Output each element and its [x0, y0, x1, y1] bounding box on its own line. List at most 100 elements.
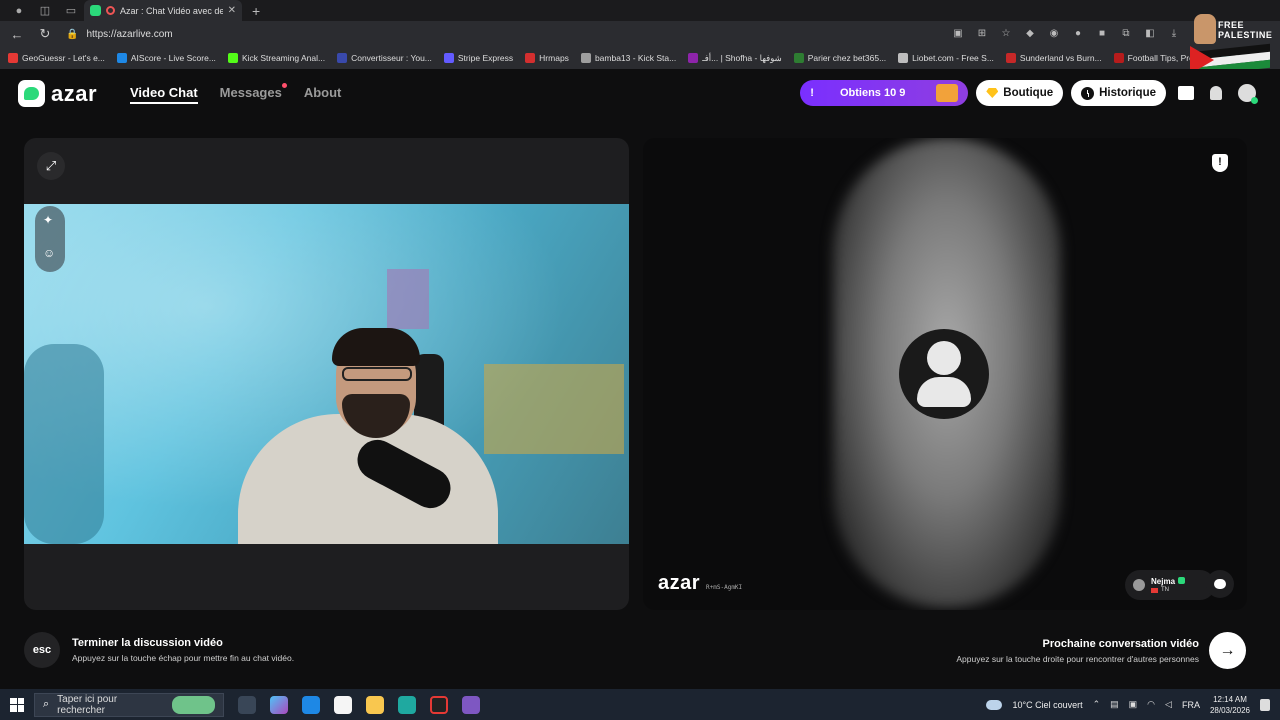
weather-text[interactable]: 10°C Ciel couvert — [1012, 700, 1082, 710]
app-available-icon[interactable]: ⊞ — [976, 28, 988, 40]
bookmark-item[interactable]: Hrmaps — [525, 53, 569, 63]
logo-text: azar — [51, 80, 98, 106]
address-bar[interactable]: 🔒 https://azarlive.com — [66, 29, 786, 40]
nav-video-chat[interactable]: Video Chat — [130, 85, 198, 104]
bookmark-item[interactable]: Kick Streaming Anal... — [227, 53, 325, 63]
outlook-icon[interactable] — [302, 695, 320, 714]
azar-favicon-icon — [90, 5, 101, 16]
address-bar-row: ← ↻ 🔒 https://azarlive.com ▣ ⊞ ☆ ◆ ◉ ● ■… — [0, 21, 1280, 47]
bookmark-item[interactable]: Parier chez bet365... — [793, 53, 886, 63]
overlay-text: FREE PALESTINE — [1218, 20, 1273, 40]
promo-label: Obtiens 10 9 — [839, 87, 906, 99]
extensions-puzzle-icon[interactable]: ⧉ — [1120, 28, 1132, 40]
history-button[interactable]: Historique — [1071, 80, 1166, 106]
notifications-icon[interactable] — [1210, 86, 1222, 100]
weather-cloud-icon[interactable] — [986, 699, 1003, 710]
profile-icon-browser[interactable]: ● — [12, 4, 26, 18]
chat-icon[interactable] — [1206, 570, 1234, 598]
notification-center-icon[interactable] — [1260, 698, 1270, 711]
bookmark-label: Hrmaps — [539, 53, 569, 63]
bookmark-favicon-icon — [443, 53, 454, 63]
shop-button[interactable]: Boutique — [976, 80, 1064, 106]
extension-blue-icon[interactable]: ● — [1072, 28, 1084, 40]
magic-wand-icon[interactable]: ✦ — [43, 213, 53, 227]
fist-icon — [1194, 14, 1216, 44]
clock-time: 12:14 AM — [1213, 694, 1247, 704]
show-hidden-icons-icon[interactable]: ⌃ — [1093, 699, 1101, 710]
copilot-icon[interactable] — [270, 695, 288, 714]
site-info-icon[interactable]: 🔒 — [66, 29, 78, 40]
recording-icon — [106, 6, 115, 15]
bookmark-item[interactable]: Stripe Express — [443, 53, 513, 63]
nav-messages[interactable]: Messages — [220, 83, 287, 104]
treasure-chest-icon — [936, 84, 959, 102]
effects-toolbar: ✦ ☺ — [35, 206, 65, 272]
tab-azar[interactable]: Azar : Chat Vidéo avec de n ✕ — [84, 0, 242, 21]
country-row: TN — [1151, 587, 1185, 593]
split-screen-icon[interactable]: ◧ — [1144, 28, 1156, 40]
azar-logo[interactable]: azar — [18, 80, 97, 107]
workspaces-icon[interactable]: ◫ — [38, 4, 52, 18]
volume-icon[interactable]: ◁ — [1165, 699, 1172, 710]
system-tray: 10°C Ciel couvert ⌃ ▤ ▣ ◠ ◁ FRA 12:14 AM… — [986, 694, 1280, 716]
free-palestine-overlay: FREE PALESTINE — [1190, 14, 1273, 77]
search-highlight-icon — [172, 695, 215, 714]
bookmark-item[interactable]: Convertisseur : You... — [337, 53, 432, 63]
wifi-icon[interactable]: ◠ — [1147, 699, 1155, 710]
bookmark-label: AIScore - Live Score... — [130, 53, 216, 63]
favorite-star-icon[interactable]: ☆ — [1000, 28, 1012, 40]
expand-icon[interactable]: ⤢ — [37, 152, 65, 180]
language-indicator[interactable]: FRA — [1182, 700, 1200, 710]
esc-button[interactable]: esc — [24, 632, 60, 668]
discord-icon[interactable] — [462, 695, 480, 714]
promo-button[interactable]: ! Obtiens 10 9 — [800, 80, 969, 106]
bookmark-label: GeoGuessr - Let's e... — [22, 53, 105, 63]
profile-avatar-icon[interactable] — [1238, 84, 1258, 104]
clock-date: 28/03/2026 — [1209, 705, 1250, 715]
camera-tray-icon[interactable]: ▣ — [1129, 699, 1138, 710]
shop-label: Boutique — [1003, 87, 1054, 99]
remote-user-chip[interactable]: Nejma TN — [1125, 570, 1215, 600]
bookmark-favicon-icon — [580, 53, 591, 63]
store-app-icon[interactable] — [334, 695, 352, 714]
bookmark-item[interactable]: AIScore - Live Score... — [116, 53, 216, 63]
bookmark-item[interactable]: أفـ... | Shofha - شوفها — [688, 53, 782, 64]
bookmark-item[interactable]: bamba13 - Kick Sta... — [580, 53, 676, 63]
taskbar-clock[interactable]: 12:14 AM 28/03/2026 — [1210, 694, 1250, 716]
tab-actions-icon[interactable]: ▭ — [64, 4, 78, 18]
file-explorer-icon[interactable] — [366, 695, 384, 714]
taskbar-apps — [238, 695, 480, 714]
edge-icon[interactable] — [398, 695, 416, 714]
user-name-row: Nejma — [1151, 577, 1186, 587]
next-button[interactable]: → — [1209, 632, 1246, 669]
nav-about[interactable]: About — [304, 85, 342, 104]
verified-icon — [1178, 577, 1186, 584]
bookmark-favicon-icon — [525, 53, 536, 63]
extension-red-icon[interactable]: ◉ — [1048, 28, 1060, 40]
bookmark-item[interactable]: GeoGuessr - Let's e... — [8, 53, 105, 63]
back-icon[interactable]: ← — [10, 27, 24, 42]
header-actions: ! Obtiens 10 9 Boutique Historique — [800, 80, 1258, 106]
report-shield-icon[interactable]: ! — [1212, 154, 1228, 172]
network-icon[interactable]: ▤ — [1110, 699, 1119, 710]
taskbar-search[interactable]: ⌕ Taper ici pour rechercher — [34, 692, 224, 717]
camera-indicator-icon[interactable]: ▣ — [952, 28, 964, 40]
bookmark-item[interactable]: Liobet.com - Free S... — [898, 53, 994, 63]
face-filter-icon[interactable]: ☺ — [43, 246, 55, 260]
store-icon[interactable] — [1178, 86, 1194, 100]
new-tab-button[interactable]: + — [252, 3, 260, 19]
obs-icon[interactable] — [430, 695, 448, 714]
close-tab-icon[interactable]: ✕ — [228, 5, 236, 16]
extension-icon[interactable]: ◆ — [1024, 28, 1036, 40]
windows-start-icon[interactable] — [10, 697, 24, 712]
clock-icon — [1081, 86, 1095, 100]
search-placeholder: Taper ici pour rechercher — [57, 693, 118, 716]
downloads-icon[interactable]: ⤓ — [1168, 28, 1180, 40]
task-view-icon[interactable] — [238, 695, 256, 714]
url-text: https://azarlive.com — [86, 28, 173, 40]
end-chat-subtitle: Appuyez sur la touche échap pour mettre … — [72, 653, 295, 663]
windows-taskbar: ⌕ Taper ici pour rechercher 10°C Ciel co… — [0, 689, 1280, 720]
refresh-icon[interactable]: ↻ — [38, 26, 52, 42]
extension-green-icon[interactable]: ■ — [1096, 28, 1108, 40]
bookmark-item[interactable]: Sunderland vs Burn... — [1005, 53, 1102, 63]
